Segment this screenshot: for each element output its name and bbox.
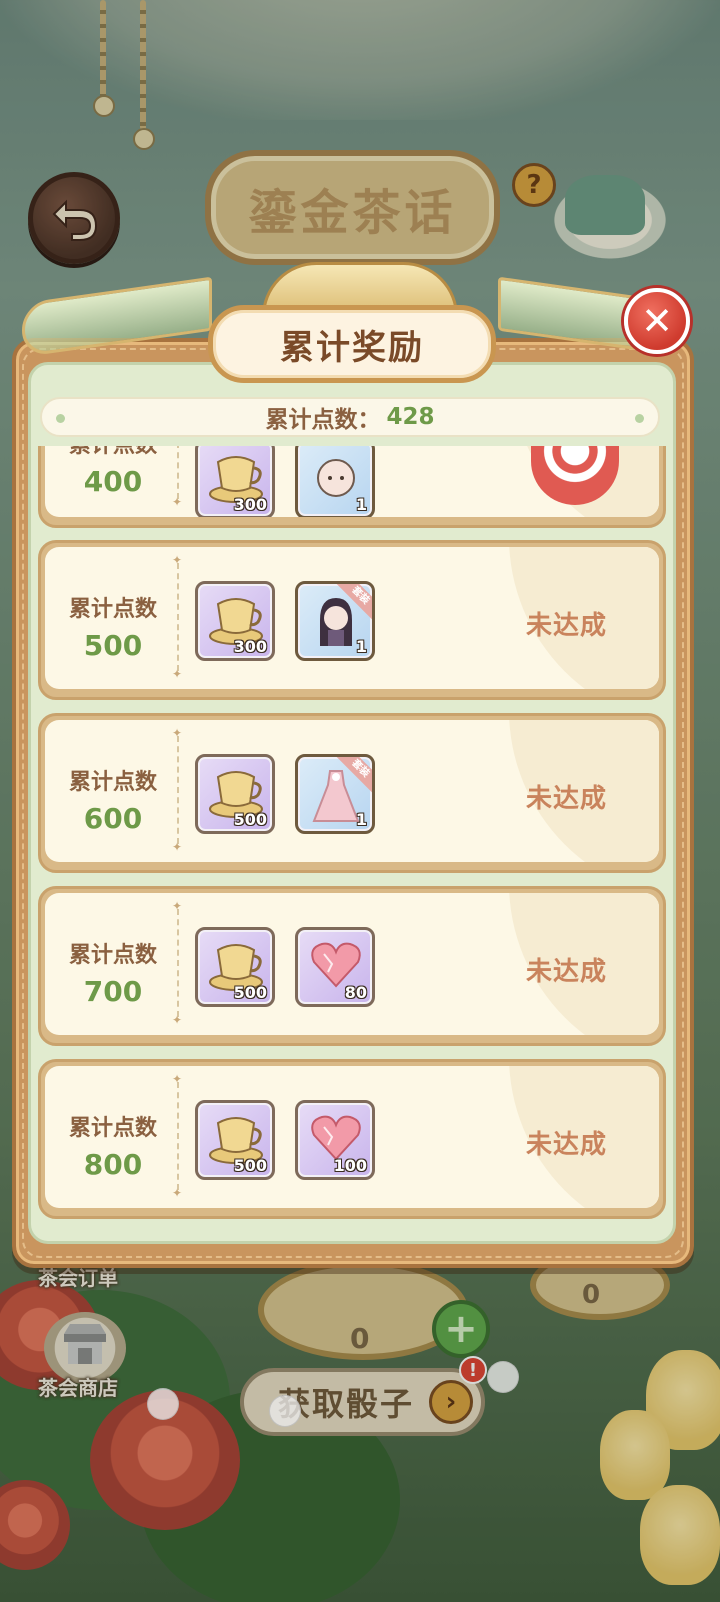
reward-row: 累计点数 600 500 套装 1 未达成 xyxy=(38,713,666,873)
touch-indicator xyxy=(269,1395,301,1427)
item-quantity: 1 xyxy=(355,810,367,829)
reward-item-heart-gem[interactable]: 100 xyxy=(295,1100,375,1180)
reward-item-teacup[interactable]: 500 xyxy=(195,754,275,834)
cumulative-points-bar: 累计点数： 428 xyxy=(40,397,660,437)
item-quantity: 500 xyxy=(233,983,267,1002)
touch-indicator xyxy=(147,1388,179,1420)
row-threshold: 600 xyxy=(83,802,143,835)
item-quantity: 500 xyxy=(233,810,267,829)
row-divider xyxy=(172,1072,182,1200)
row-threshold: 500 xyxy=(83,629,143,662)
reward-item-teacup[interactable]: 300 xyxy=(195,446,275,517)
reward-row-inner: 累计点数 600 500 套装 1 未达成 xyxy=(45,720,659,862)
reward-row-inner: 累计点数 700 500 80 未达成 xyxy=(45,893,659,1035)
row-threshold: 700 xyxy=(83,975,143,1008)
item-quantity: 80 xyxy=(344,983,367,1002)
row-threshold: 400 xyxy=(83,465,143,498)
reward-status: 未达成 xyxy=(525,611,607,641)
item-quantity: 300 xyxy=(233,495,267,514)
bar-dot-left xyxy=(56,414,65,423)
reward-item-heart-gem[interactable]: 80 xyxy=(295,927,375,1007)
item-quantity: 1 xyxy=(355,495,367,514)
close-button[interactable]: ✕ xyxy=(624,288,690,354)
modal-title: 累计奖励 xyxy=(280,327,424,368)
touch-indicator xyxy=(487,1361,519,1393)
reward-row: 累计点数 400 300 1 xyxy=(38,446,666,528)
reward-row-inner: 累计点数 800 500 100 未达成 xyxy=(45,1066,659,1208)
modal-title-banner: 累计奖励 xyxy=(208,305,496,383)
reward-row: 累计点数 700 500 80 未达成 xyxy=(38,886,666,1046)
reward-row: 累计点数 800 500 100 未达成 xyxy=(38,1059,666,1219)
row-divider xyxy=(172,446,182,509)
points-label: 累计点数： xyxy=(265,407,381,433)
reward-status: 未达成 xyxy=(525,1130,607,1160)
row-label: 累计点数 800 xyxy=(57,1110,169,1181)
row-label-title: 累计点数 xyxy=(57,446,169,459)
points-value: 428 xyxy=(386,404,435,430)
row-label-title: 累计点数 xyxy=(68,770,157,795)
item-quantity: 1 xyxy=(355,637,367,656)
row-label-title: 累计点数 xyxy=(68,1116,157,1141)
close-icon: ✕ xyxy=(641,299,673,343)
row-divider xyxy=(172,899,182,1027)
row-divider xyxy=(172,726,182,854)
row-label-title: 累计点数 xyxy=(68,943,157,968)
row-label: 累计点数 700 xyxy=(57,937,169,1008)
item-quantity: 100 xyxy=(333,1156,367,1175)
reward-item-outfit-avatar[interactable]: 套装 1 xyxy=(295,581,375,661)
reward-item-teacup[interactable]: 500 xyxy=(195,1100,275,1180)
claimed-seal-icon xyxy=(531,446,619,505)
reward-list[interactable]: 累计点数 400 300 1 累计点数 500 300 xyxy=(30,446,675,1234)
reward-status: 未达成 xyxy=(525,957,607,987)
bar-dot-right xyxy=(635,414,644,423)
row-label-title: 累计点数 xyxy=(68,597,157,622)
reward-row-inner: 累计点数 500 300 套装 1 未达成 xyxy=(45,547,659,689)
reward-item-dress[interactable]: 套装 1 xyxy=(295,754,375,834)
row-label: 累计点数 400 xyxy=(57,446,169,498)
row-threshold: 800 xyxy=(83,1148,143,1181)
item-quantity: 300 xyxy=(233,637,267,656)
reward-item-teacup[interactable]: 300 xyxy=(195,581,275,661)
item-quantity: 500 xyxy=(233,1156,267,1175)
row-label: 累计点数 500 xyxy=(57,591,169,662)
reward-status: 未达成 xyxy=(525,784,607,814)
row-divider xyxy=(172,553,182,681)
reward-row-inner: 累计点数 400 300 1 xyxy=(45,446,659,517)
reward-row: 累计点数 500 300 套装 1 未达成 xyxy=(38,540,666,700)
reward-item-avatar[interactable]: 1 xyxy=(295,446,375,517)
row-label: 累计点数 600 xyxy=(57,764,169,835)
reward-item-teacup[interactable]: 500 xyxy=(195,927,275,1007)
